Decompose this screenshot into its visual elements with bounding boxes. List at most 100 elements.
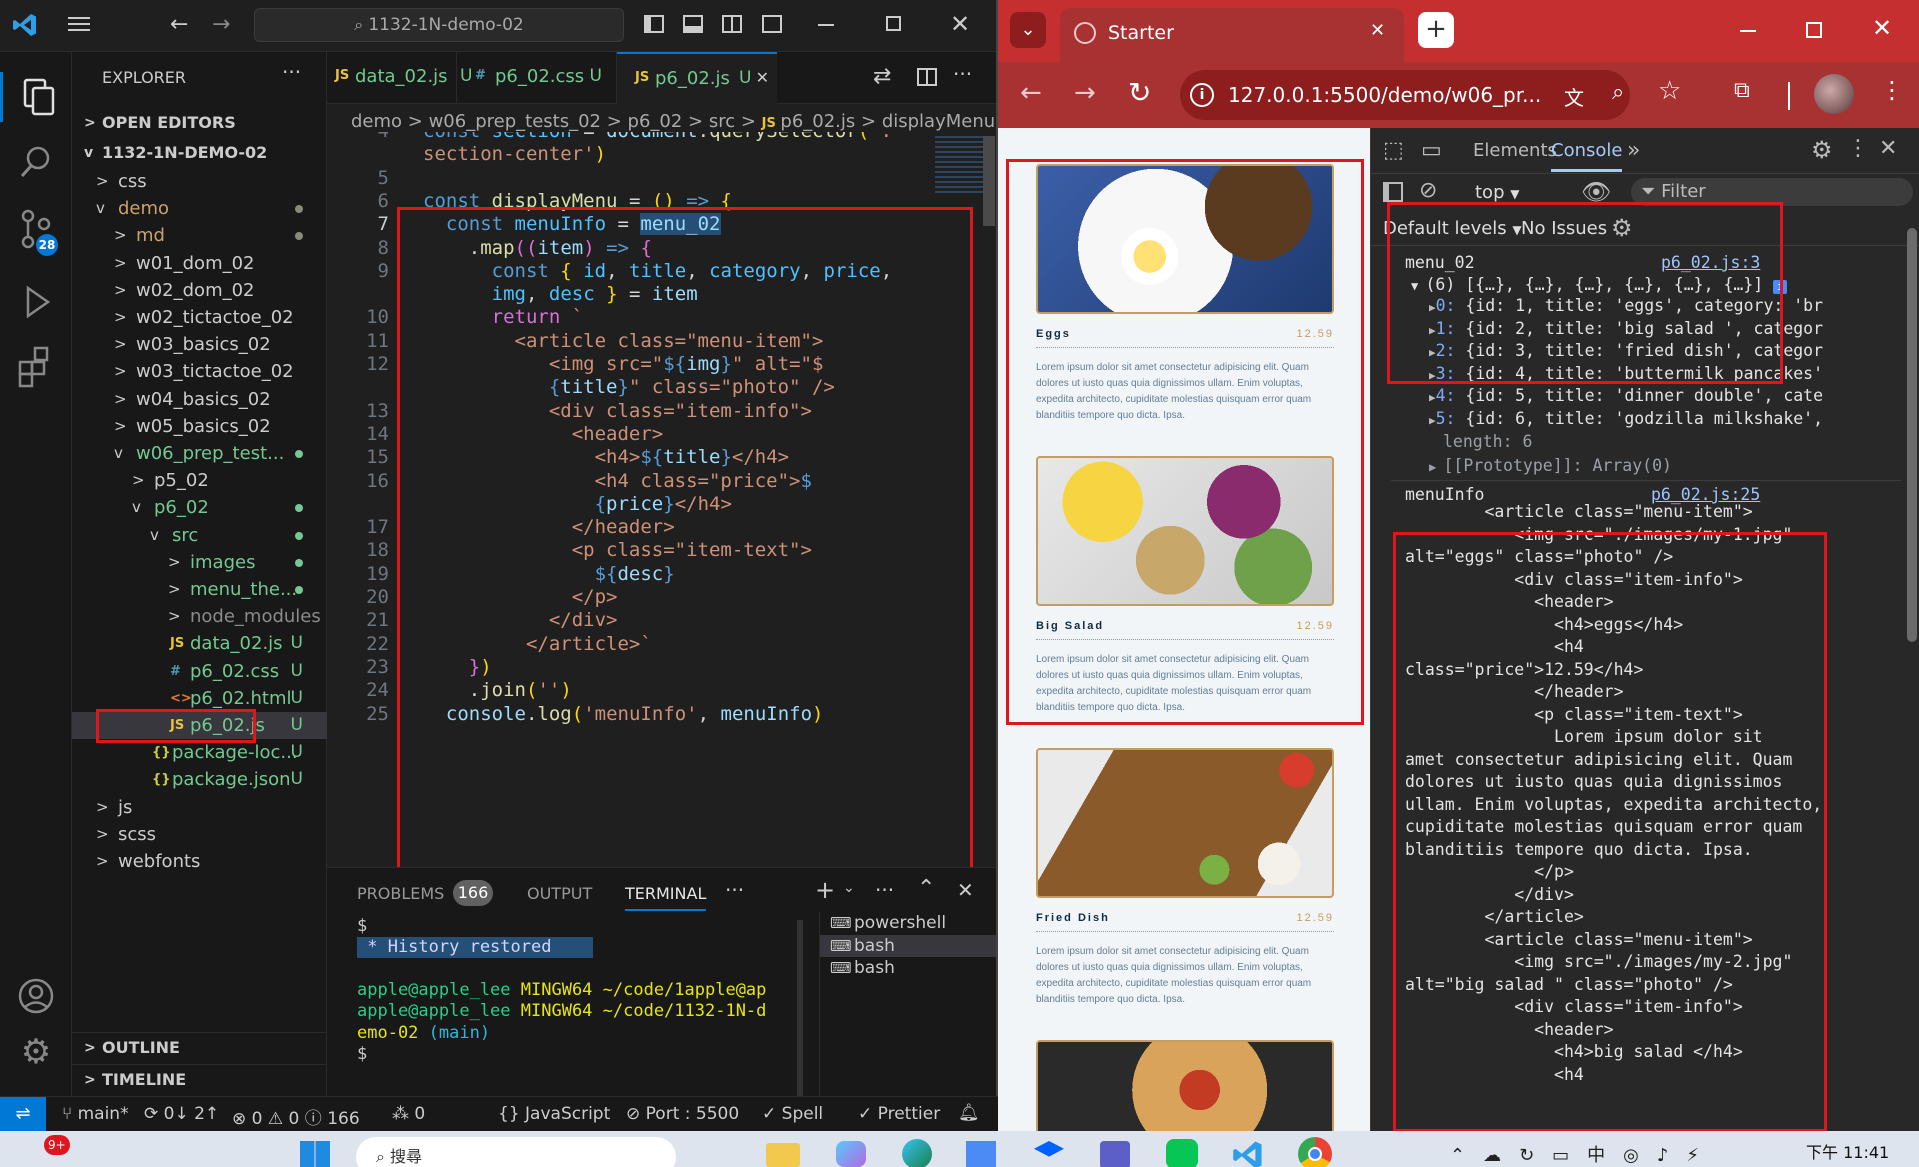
extensions-icon[interactable] — [0, 342, 72, 392]
git-branch-status[interactable]: ⑂ main* — [62, 1104, 129, 1124]
tab-close-icon[interactable]: ✕ — [1370, 20, 1385, 41]
prettier-status[interactable]: ✓ Prettier — [858, 1104, 940, 1124]
line-icon[interactable] — [1166, 1139, 1198, 1167]
devtools-more-icon[interactable]: ⋮ — [1847, 136, 1869, 161]
tree-item[interactable]: > w04_basics_02 — [72, 386, 327, 413]
tree-item[interactable]: > scss — [72, 821, 327, 848]
terminal-more-icon[interactable]: ··· — [875, 878, 894, 902]
chrome-menu-icon[interactable]: ⋮ — [1880, 76, 1904, 104]
account-icon[interactable] — [0, 972, 72, 1022]
explorer-more-icon[interactable]: ··· — [282, 60, 301, 84]
tree-item[interactable]: {} package.json U — [72, 766, 327, 793]
devtools-settings-icon[interactable]: ⚙ — [1811, 136, 1833, 164]
minimize-icon[interactable] — [818, 24, 834, 26]
tree-item[interactable]: v w06_prep_test... — [72, 440, 327, 467]
clock[interactable]: 下午 11:41 — [1806, 1139, 1889, 1163]
minimize-icon[interactable] — [1740, 30, 1756, 32]
remote-indicator-icon[interactable]: ⇌ — [0, 1097, 46, 1131]
compare-changes-icon[interactable]: ⇄ — [873, 64, 891, 89]
bookmark-star-icon[interactable]: ☆ — [1658, 76, 1681, 106]
sidebar-toggle-icon[interactable] — [1383, 182, 1403, 202]
translate-icon[interactable]: 文 — [1564, 82, 1584, 111]
menu-icon[interactable] — [68, 14, 92, 34]
context-selector[interactable]: top ▼ — [1475, 182, 1519, 203]
tab-terminal[interactable]: TERMINAL — [625, 884, 707, 911]
new-terminal-icon[interactable]: + — [815, 876, 835, 904]
ports-status[interactable]: ⁂ 0 — [392, 1104, 425, 1124]
panel-more-icon[interactable]: ··· — [725, 878, 744, 902]
tab-output[interactable]: OUTPUT — [527, 884, 592, 903]
split-editor-icon[interactable] — [917, 68, 937, 86]
store-icon[interactable] — [966, 1141, 996, 1167]
prototype-line[interactable]: ▶ [[Prototype]]: Array(0) — [1429, 455, 1672, 479]
language-status[interactable]: {} JavaScript — [498, 1104, 610, 1124]
back-arrow-icon[interactable]: ← — [1020, 78, 1042, 108]
tab-problems[interactable]: PROBLEMS — [357, 884, 444, 903]
live-server-status[interactable]: ⊘ Port : 5500 — [626, 1104, 739, 1124]
close-panel-icon[interactable]: ✕ — [957, 878, 974, 902]
tree-item[interactable]: <> p6_02.html U — [72, 685, 327, 712]
devtools-close-icon[interactable]: ✕ — [1879, 136, 1897, 161]
breadcrumb-item[interactable]: src — [709, 111, 735, 132]
project-section[interactable]: v 1132-1N-DEMO-02 — [72, 138, 327, 168]
editor-tab[interactable]: JS data_02.js U — [317, 52, 472, 104]
terminal-scrollbar[interactable] — [797, 920, 803, 1096]
command-center-search[interactable]: ⌕ 1132-1N-demo-02 — [254, 8, 624, 42]
breadcrumb-item[interactable]: demo — [351, 111, 402, 132]
customize-layout-icon[interactable] — [762, 15, 782, 33]
problems-status[interactable]: ⊗ 0 ⚠ 0 ⓘ 166 — [232, 1104, 360, 1129]
device-toolbar-icon[interactable]: ▭ — [1421, 138, 1442, 163]
timeline-section[interactable]: > TIMELINE — [72, 1064, 327, 1094]
tree-item[interactable]: {} package-loc... U — [72, 739, 327, 766]
forward-arrow-icon[interactable]: → — [212, 12, 230, 37]
tree-item[interactable]: JS data_02.js U — [72, 630, 327, 657]
tab-console[interactable]: Console — [1551, 140, 1623, 172]
reload-icon[interactable]: ↻ — [1128, 76, 1151, 109]
open-editors-section[interactable]: > OPEN EDITORS — [72, 108, 327, 138]
start-windows-icon[interactable] — [300, 1141, 330, 1167]
console-scrollbar[interactable] — [1907, 228, 1917, 642]
tree-item[interactable]: v demo — [72, 195, 327, 222]
source-control-icon[interactable]: 28 — [0, 204, 72, 260]
forward-arrow-icon[interactable]: → — [1074, 78, 1096, 108]
explorer-icon[interactable] — [0, 72, 72, 122]
browser-tab[interactable]: Starter ✕ — [1060, 8, 1404, 62]
editor-tab[interactable]: # p6_02.css U — [457, 52, 617, 104]
outline-section[interactable]: > OUTLINE — [72, 1032, 327, 1062]
tree-item[interactable]: > p5_02 — [72, 467, 327, 494]
maximize-icon[interactable] — [886, 16, 901, 31]
tree-item[interactable]: > js — [72, 794, 327, 821]
copilot-icon[interactable] — [836, 1141, 866, 1167]
site-info-icon[interactable]: i — [1190, 83, 1214, 107]
toggle-sidebar-icon[interactable] — [644, 15, 664, 33]
tree-item[interactable]: > w05_basics_02 — [72, 413, 327, 440]
notifications-bell-icon[interactable]: 🔔︎ — [958, 1103, 980, 1123]
more-tabs-icon[interactable]: » — [1627, 138, 1640, 163]
address-bar[interactable]: i 127.0.0.1:5500/demo/w06_pr... — [1180, 70, 1630, 120]
back-arrow-icon[interactable]: ← — [170, 12, 188, 37]
array-item[interactable]: ▶4: {id: 5, title: 'dinner double', cate — [1429, 385, 1823, 410]
clear-console-icon[interactable]: ⊘ — [1419, 178, 1437, 203]
editor-more-icon[interactable]: ··· — [953, 62, 972, 86]
tree-item[interactable]: > md — [72, 222, 327, 249]
dropbox-icon[interactable] — [1034, 1141, 1064, 1157]
new-tab-button[interactable]: + — [1418, 12, 1454, 48]
close-icon[interactable]: ✕ — [950, 10, 970, 38]
edge-icon[interactable] — [902, 1139, 932, 1167]
tree-item[interactable]: > w03_tictactoe_02 — [72, 358, 327, 385]
array-item[interactable]: ▶5: {id: 6, title: 'godzilla milkshake', — [1429, 408, 1823, 433]
avatar[interactable] — [1814, 74, 1854, 114]
sync-status[interactable]: ⟳ 0↓ 2↑ — [144, 1104, 219, 1124]
terminal-output[interactable]: $ * History restored apple@apple_lee MING… — [357, 916, 787, 1094]
tree-item[interactable]: > webfonts — [72, 848, 327, 875]
terminal-instance[interactable]: ⌨ bash — [820, 934, 999, 957]
zoom-icon[interactable]: ⌕ — [1612, 80, 1624, 105]
close-icon[interactable]: ✕ — [1872, 14, 1892, 42]
tab-elements[interactable]: Elements — [1473, 140, 1557, 161]
search-icon[interactable] — [0, 138, 72, 188]
file-explorer-icon[interactable] — [766, 1143, 800, 1167]
tree-item[interactable]: > menu_the... — [72, 576, 327, 603]
notification-app-icon[interactable]: 9+ — [28, 1135, 70, 1167]
tab-close-icon[interactable]: ✕ — [756, 68, 769, 87]
editor-tab[interactable]: JS p6_02.js U ✕ — [617, 52, 777, 104]
